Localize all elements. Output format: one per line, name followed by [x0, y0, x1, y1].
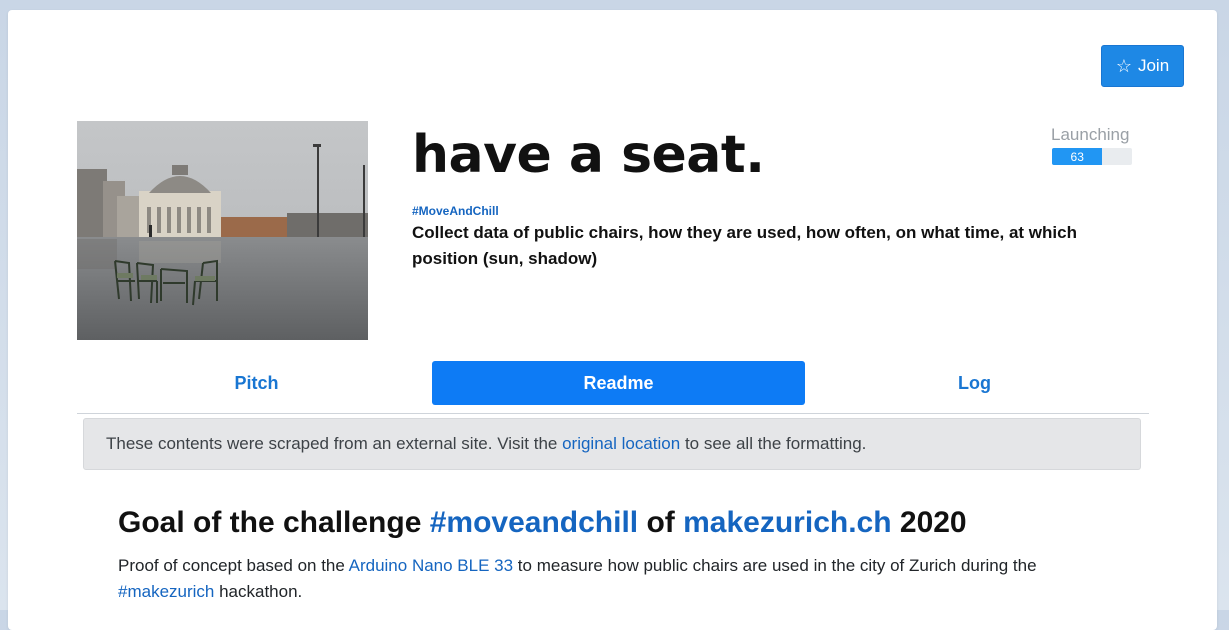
paragraph-text-2: to measure how public chairs are used in… [513, 556, 1037, 575]
project-status-label: Launching [1051, 125, 1130, 144]
project-image [77, 121, 368, 340]
makezurich-site-link[interactable]: makezurich.ch [683, 506, 891, 539]
notice-text-after: to see all the formatting. [680, 434, 867, 453]
notice-text-before: These contents were scraped from an exte… [106, 434, 563, 453]
tab-pitch[interactable]: Pitch [77, 361, 436, 405]
project-title: have a seat. [412, 125, 765, 185]
original-location-link[interactable]: original location [562, 434, 680, 454]
tab-log[interactable]: Log [805, 361, 1144, 405]
project-card: ☆ Join have a seat. #MoveAndChill Collec… [8, 10, 1217, 630]
tab-readme[interactable]: Readme [432, 361, 805, 405]
readme-paragraph: Proof of concept based on the Arduino Na… [118, 553, 1118, 605]
heading-text-1: Goal of the challenge [118, 506, 430, 539]
arduino-nano-link[interactable]: Arduino Nano BLE 33 [349, 556, 513, 575]
paragraph-text-1: Proof of concept based on the [118, 556, 349, 575]
opera-house-photo [77, 121, 368, 340]
progress-fill: 63 [1052, 148, 1103, 165]
moveandchill-link[interactable]: #moveandchill [430, 506, 638, 539]
project-tabs: Pitch Readme Log [77, 361, 1149, 414]
join-button-label: Join [1137, 56, 1170, 75]
challenge-hashtag-link[interactable]: #MoveAndChill [412, 204, 499, 218]
paragraph-text-3: hackathon. [214, 582, 303, 601]
project-progress-bar: 63 [1052, 148, 1132, 165]
scraped-content-notice: These contents were scraped from an exte… [83, 418, 1141, 470]
readme-heading: Goal of the challenge #moveandchill of m… [118, 506, 967, 540]
makezurich-hashtag-link[interactable]: #makezurich [118, 582, 214, 601]
heading-text-3: 2020 [891, 506, 967, 539]
join-button[interactable]: ☆ Join [1101, 45, 1184, 87]
project-summary: Collect data of public chairs, how they … [412, 223, 1077, 268]
heading-text-2: of [638, 506, 684, 539]
star-outline-icon: ☆ [1115, 56, 1132, 76]
